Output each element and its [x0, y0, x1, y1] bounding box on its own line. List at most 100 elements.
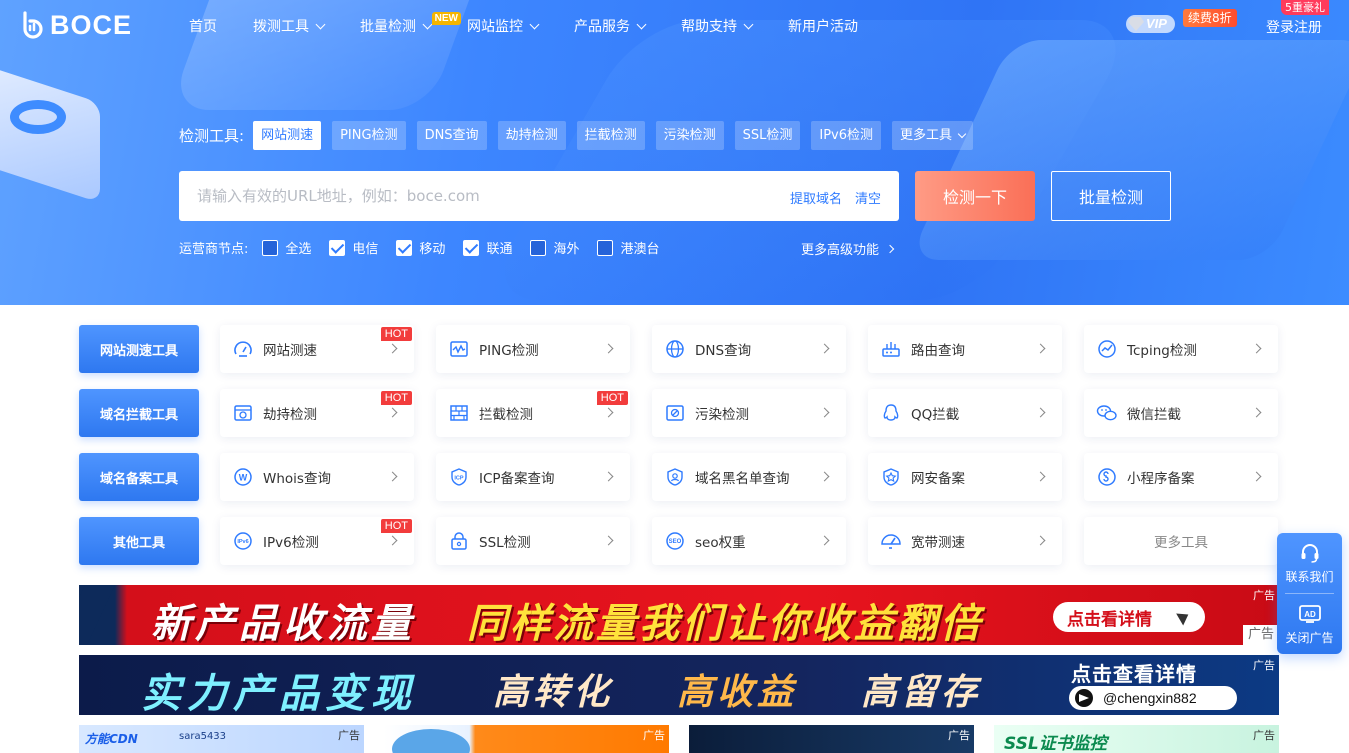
logo[interactable]: BOCE: [20, 10, 132, 40]
ad-cta-button[interactable]: 点击看详情: [1053, 602, 1205, 632]
tool-card[interactable]: W Whois查询: [220, 453, 414, 501]
svg-text:IPv6: IPv6: [237, 539, 248, 545]
tool-tab-label: 网站测速: [261, 128, 314, 143]
hot-badge: HOT: [380, 519, 412, 533]
svg-text:ICP: ICP: [454, 476, 464, 482]
checkbox-checked-icon: [396, 239, 413, 256]
ad-decoration: [79, 585, 115, 645]
tool-card[interactable]: 污染检测: [652, 389, 846, 437]
nav-item-help-support[interactable]: 帮助支持: [681, 16, 754, 36]
chevron-right-icon: [1035, 343, 1046, 354]
nav-item-batch-check[interactable]: 批量检测 NEW: [360, 12, 461, 36]
tool-tabs: 检测工具: 网站测速 PING检测 DNS查询 劫持检测 拦截检测 污染检测 SSL检测 IP…: [179, 121, 984, 150]
chevron-right-icon: [1035, 535, 1046, 546]
svg-text:W: W: [239, 473, 248, 483]
tool-card-label: 域名黑名单查询: [695, 471, 790, 487]
batch-check-button[interactable]: 批量检测: [1051, 171, 1171, 221]
tool-tab[interactable]: 拦截检测: [576, 121, 645, 150]
extract-domain-link[interactable]: 提取域名: [790, 188, 842, 207]
tool-card[interactable]: SEO seo权重: [652, 517, 846, 565]
tool-tab[interactable]: 污染检测: [655, 121, 724, 150]
more-advanced-link[interactable]: 更多高级功能: [801, 239, 895, 258]
tool-card[interactable]: PING检测: [436, 325, 630, 373]
tool-tab[interactable]: PING检测: [332, 121, 406, 150]
carrier-checkbox[interactable]: 全选: [262, 238, 311, 257]
tool-card[interactable]: Tcping检测: [1084, 325, 1278, 373]
nav-item-dial-test-tools[interactable]: 拨测工具: [253, 16, 326, 36]
carrier-checkbox[interactable]: 移动: [396, 238, 445, 257]
tool-tab[interactable]: 网站测速: [253, 121, 322, 150]
chevron-right-icon: [387, 407, 398, 418]
carrier-checkbox[interactable]: 海外: [530, 238, 579, 257]
tool-card[interactable]: DNS查询: [652, 325, 846, 373]
chevron-down-icon: [957, 129, 967, 138]
tool-card[interactable]: 劫持检测 HOT: [220, 389, 414, 437]
login-register-link[interactable]: 登录注册: [1266, 17, 1322, 37]
tool-card[interactable]: 网安备案: [868, 453, 1062, 501]
tool-card[interactable]: 微信拦截: [1084, 389, 1278, 437]
ad-small-1[interactable]: 方能CDN sara5433 广告: [79, 725, 364, 753]
renew-discount-badge[interactable]: 续费8折: [1183, 9, 1237, 27]
tool-card[interactable]: 路由查询: [868, 325, 1062, 373]
tool-tab-label: DNS查询: [424, 128, 479, 143]
ping-wave-icon: [448, 338, 470, 360]
ad-small-4[interactable]: SSL证书监控 广告: [994, 725, 1279, 753]
more-tools-card[interactable]: 更多工具: [1084, 517, 1278, 565]
ad-point-1: 高转化: [493, 672, 614, 713]
tool-card[interactable]: 小程序备案: [1084, 453, 1278, 501]
url-input[interactable]: [179, 171, 779, 221]
clear-link[interactable]: 清空: [855, 188, 881, 207]
check-button[interactable]: 检测一下: [915, 171, 1035, 221]
nav-item-new-user-activity[interactable]: 新用户活动: [788, 16, 858, 36]
ad-small-2[interactable]: 广告: [384, 725, 669, 753]
tool-card[interactable]: QQ拦截: [868, 389, 1062, 437]
tool-card[interactable]: 宽带测速: [868, 517, 1062, 565]
chevron-right-icon: [1251, 407, 1262, 418]
ad-small-3[interactable]: 广告: [689, 725, 974, 753]
router-icon: [880, 338, 902, 360]
icp-shield-icon: ICP: [448, 466, 470, 488]
nav-item-home[interactable]: 首页: [189, 16, 217, 36]
chevron-right-icon: [1251, 471, 1262, 482]
wechat-icon: [1096, 402, 1118, 424]
contact-us-button[interactable]: 联系我们: [1277, 533, 1342, 593]
tool-tab[interactable]: 更多工具: [892, 121, 974, 150]
tool-tab[interactable]: DNS查询: [416, 121, 487, 150]
carrier-checkbox[interactable]: 电信: [329, 238, 378, 257]
ad-tag: 广告: [1253, 729, 1275, 742]
tool-tab-label: SSL检测: [742, 128, 793, 143]
gift-badge[interactable]: 5重豪礼: [1281, 0, 1329, 15]
tool-card[interactable]: 拦截检测 HOT: [436, 389, 630, 437]
side-float-panel: 联系我们 AD 关闭广告: [1277, 533, 1342, 654]
chevron-down-icon: [743, 19, 754, 29]
telegram-handle[interactable]: @chengxin882: [1069, 686, 1237, 710]
tool-card[interactable]: ICP ICP备案查询: [436, 453, 630, 501]
tool-tab[interactable]: 劫持检测: [497, 121, 566, 150]
nav-item-label: 新用户活动: [788, 19, 858, 35]
ad-small-title: 方能CDN: [85, 732, 138, 746]
tool-tab[interactable]: SSL检测: [734, 121, 801, 150]
tool-tabs-label: 检测工具:: [179, 127, 245, 145]
tool-card[interactable]: IPv6 IPv6检测 HOT: [220, 517, 414, 565]
ad-banner-2[interactable]: 实力产品变现 高转化 高收益 高留存 点击查看详情 @chengxin882 广…: [79, 655, 1279, 715]
lock-icon: [448, 530, 470, 552]
carrier-checkbox[interactable]: 港澳台: [597, 238, 659, 257]
ad-small-title: SSL证书监控: [1004, 734, 1107, 753]
tool-card[interactable]: 网站测速 HOT: [220, 325, 414, 373]
diamond-icon: [1128, 17, 1144, 31]
tool-tab-label: IPv6检测: [819, 128, 873, 143]
vip-pill: VIP: [1126, 15, 1175, 33]
hot-badge: HOT: [596, 391, 628, 405]
tool-card[interactable]: 域名黑名单查询: [652, 453, 846, 501]
tool-card[interactable]: SSL检测: [436, 517, 630, 565]
vip-badge[interactable]: VIP: [1126, 15, 1175, 33]
chevron-right-icon: [603, 343, 614, 354]
tool-tab[interactable]: IPv6检测: [811, 121, 881, 150]
carrier-checkbox[interactable]: 联通: [463, 238, 512, 257]
tool-tab-list: 网站测速 PING检测 DNS查询 劫持检测 拦截检测 污染检测 SSL检测 IPv6检测 更多…: [253, 121, 984, 150]
close-ad-button[interactable]: AD 关闭广告: [1277, 594, 1342, 654]
tool-card-label: 网站测速: [263, 343, 317, 359]
nav-item-site-monitor[interactable]: 网站监控: [467, 16, 540, 36]
ad-banner-1[interactable]: 新产品收流量 同样流量我们让你收益翻倍 点击看详情 广告 广告: [79, 585, 1279, 645]
nav-item-products[interactable]: 产品服务: [574, 16, 647, 36]
